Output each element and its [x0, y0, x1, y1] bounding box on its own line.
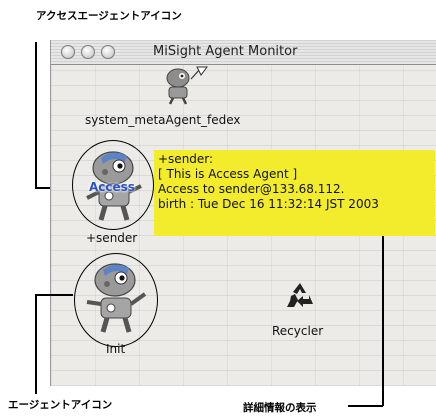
agent-monitor-window: MiSight Agent Monitor system_metaAgent_f… [50, 40, 436, 386]
init-agent-robot-icon[interactable] [79, 258, 151, 338]
detail-callout-line-horizontal [348, 405, 383, 407]
agent-icon-callout: エージェントアイコン [8, 399, 113, 411]
recycle-icon[interactable] [285, 280, 315, 310]
access-callout-line-vertical [35, 42, 37, 188]
detail-display-callout: 詳細情報の表示 [243, 402, 317, 414]
agent-detail-popup: +sender: [ This is Access Agent ] Access… [154, 150, 435, 236]
detail-line: birth : Tue Dec 16 11:32:14 JST 2003 [158, 197, 379, 211]
window-title: MiSight Agent Monitor [153, 44, 298, 59]
meta-agent-label: system_metaAgent_fedex [85, 113, 241, 127]
access-agent-icon-callout: アクセスエージェントアイコン [36, 10, 182, 22]
detail-callout-line-vertical [382, 236, 384, 406]
init-agent-label: Init [106, 342, 126, 356]
title-bar[interactable]: MiSight Agent Monitor [51, 40, 436, 65]
minimize-window-button[interactable] [81, 45, 95, 59]
agent-callout-line-horizontal [35, 294, 73, 296]
close-window-button[interactable] [61, 45, 75, 59]
access-badge: Access [89, 180, 135, 194]
meta-agent-robot-icon[interactable] [161, 65, 211, 105]
zoom-window-button[interactable] [101, 45, 115, 59]
sender-agent-label: +sender [86, 231, 138, 245]
detail-line: [ This is Access Agent ] [158, 167, 298, 181]
detail-line: +sender: [158, 152, 214, 166]
detail-line: Access to sender@133.68.112. [158, 182, 345, 196]
agent-callout-line-vertical [35, 294, 37, 394]
recycler-label: Recycler [272, 324, 324, 338]
